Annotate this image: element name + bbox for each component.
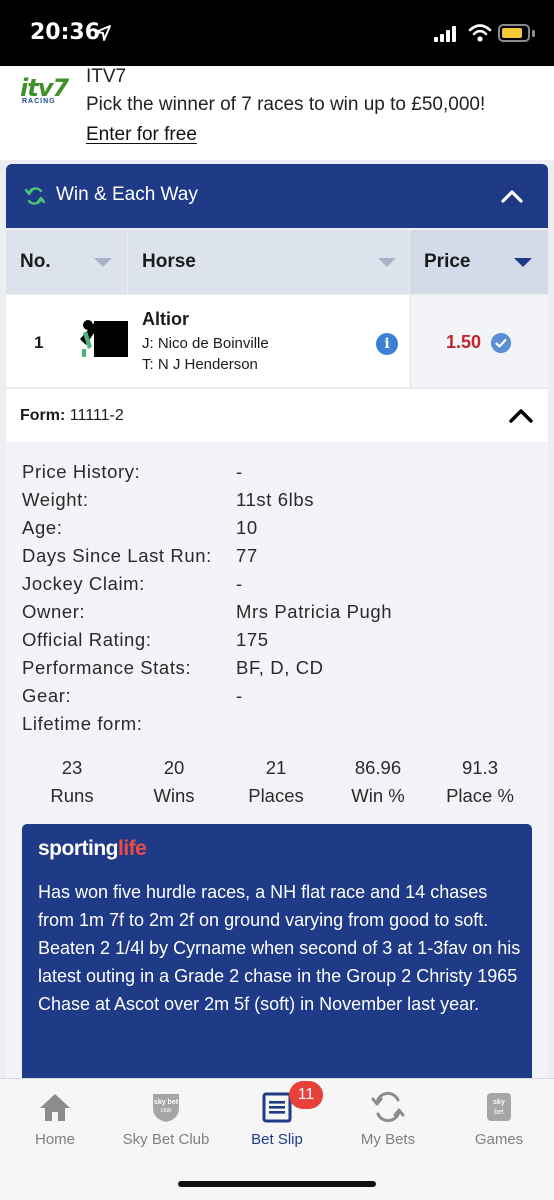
runner-row[interactable]: 1 Altior J: Nico de Boinville T: N J Hen… — [6, 295, 548, 387]
runner-number: 1 — [34, 333, 44, 352]
stat-wins: 20 Wins — [153, 757, 195, 806]
svg-text:sky: sky — [493, 1099, 505, 1106]
column-header-horse[interactable]: Horse — [128, 230, 409, 294]
battery-icon — [498, 24, 530, 42]
trainer-name: T: N J Henderson — [142, 356, 258, 373]
info-icon[interactable]: i — [376, 333, 398, 355]
each-way-arrows-icon — [24, 187, 46, 205]
price-value: 1.50 — [446, 332, 482, 352]
sporting-life-comment: Has won five hurdle races, a NH flat rac… — [38, 882, 521, 1014]
stat-place-percent: 91.3 Place % — [446, 757, 514, 806]
bet-slip-count-badge: 11 — [289, 1081, 323, 1109]
promo-text: Pick the winner of 7 races to win up to … — [86, 94, 486, 115]
stat-win-percent: 86.96 Win % — [351, 757, 405, 806]
market-header[interactable]: Win & Each Way — [6, 164, 548, 228]
column-header-number[interactable]: No. — [6, 230, 127, 294]
location-arrow-icon — [95, 25, 111, 41]
promo-title: ITV7 — [86, 66, 127, 87]
stat-runs: 23 Runs — [50, 757, 94, 806]
selected-check-icon — [491, 333, 511, 353]
itv7-promo-banner: itv7 RACING ITV7 Pick the winner of 7 ra… — [0, 66, 554, 160]
wifi-icon — [468, 24, 492, 42]
market-title: Win & Each Way — [56, 184, 198, 205]
status-time: 20:36 — [30, 20, 101, 45]
jockey-silks-icon — [80, 320, 128, 357]
tab-my-bets[interactable]: My Bets — [333, 1079, 443, 1159]
column-header-price[interactable]: Price — [410, 230, 548, 294]
enter-for-free-link[interactable]: Enter for free — [86, 124, 197, 146]
home-indicator[interactable] — [178, 1181, 376, 1187]
form-value: 11111-2 — [69, 407, 124, 424]
home-icon — [40, 1094, 70, 1121]
sort-number-icon — [94, 258, 112, 267]
svg-text:sky bet: sky bet — [154, 1099, 179, 1106]
sky-bet-club-icon: sky bet club — [153, 1094, 179, 1122]
price-button[interactable]: 1.50 — [410, 295, 548, 387]
tab-home[interactable]: Home — [0, 1079, 110, 1159]
jockey-name: J: Nico de Boinville — [142, 335, 269, 352]
tab-games[interactable]: sky bet Games — [444, 1079, 554, 1159]
sort-horse-icon — [378, 258, 396, 267]
collapse-chevron-up-icon[interactable] — [500, 186, 524, 206]
status-bar: 20:36 — [0, 0, 554, 66]
stat-places: 21 Places — [248, 757, 304, 806]
horse-name: Altior — [142, 309, 189, 329]
form-row[interactable]: Form: 11111-2 — [6, 388, 548, 442]
svg-text:bet: bet — [494, 1109, 504, 1116]
tab-sky-bet-club[interactable]: sky bet club Sky Bet Club — [111, 1079, 221, 1159]
sort-price-icon — [514, 258, 532, 267]
svg-text:club: club — [160, 1108, 172, 1114]
my-bets-icon — [371, 1091, 405, 1123]
sporting-life-logo: sportinglife — [38, 837, 147, 860]
games-icon: sky bet — [487, 1093, 511, 1121]
itv-racing-logo: itv7 RACING — [20, 74, 69, 105]
cellular-signal-icon — [434, 26, 456, 42]
sporting-life-comment-card: sportinglife Has won five hurdle races, … — [22, 824, 532, 1084]
form-label: Form: — [20, 407, 66, 424]
form-collapse-chevron-icon[interactable] — [508, 406, 534, 426]
